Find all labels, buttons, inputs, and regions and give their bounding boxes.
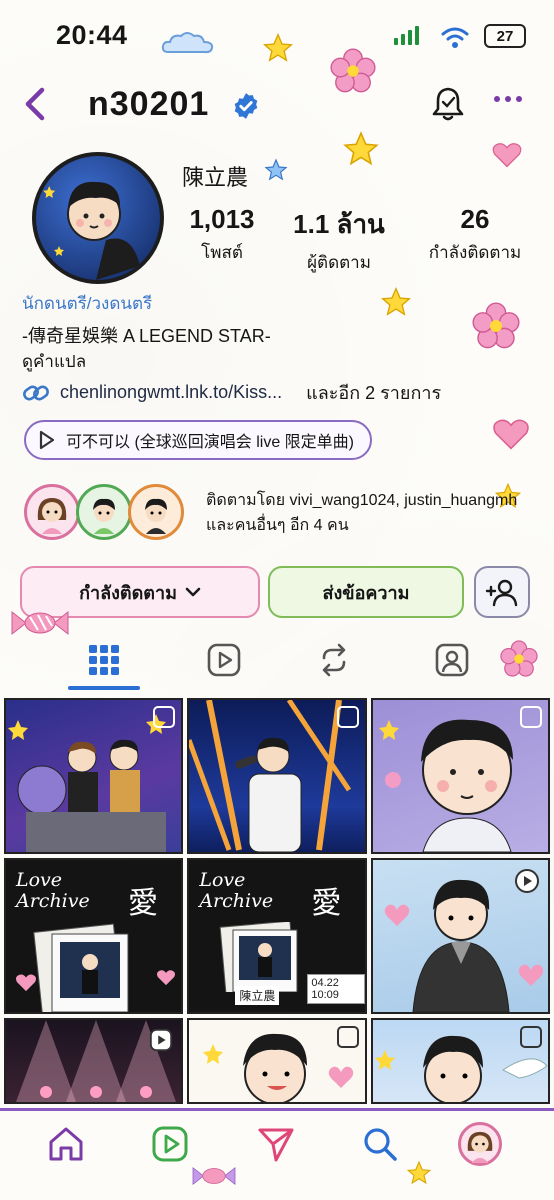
star-decoration (381, 286, 411, 316)
multi-post-icon (519, 1026, 542, 1048)
nav-profile-avatar (458, 1122, 502, 1166)
post-photo-date: 04.22 10:09 (307, 974, 365, 1004)
stat-followers-value: 1.1 ล้าน (293, 209, 385, 239)
stat-posts-value: 1,013 (189, 204, 255, 234)
flower-decoration (500, 640, 538, 677)
multi-post-icon (519, 706, 542, 728)
following-button-label: กำลังติดตาม (79, 582, 177, 603)
mutual-avatar (76, 484, 132, 540)
grid-icon (89, 645, 119, 675)
notification-bell-icon[interactable] (428, 84, 468, 124)
message-button-label: ส่งข้อความ (322, 582, 410, 603)
profile-category: นักดนตรี/วงดนตรี (22, 294, 153, 313)
multi-post-icon (336, 1026, 359, 1048)
wifi-icon (441, 27, 469, 48)
tab-grid[interactable] (84, 640, 124, 680)
stat-followers-label: ผู้ติดตาม (307, 253, 371, 272)
chevron-down-icon (185, 587, 201, 597)
heart-decoration (493, 419, 529, 450)
post-caption-glyph: 愛 (311, 887, 342, 920)
stat-following-label: กำลังติดตาม (428, 243, 522, 262)
profile-music-button[interactable]: 可不可以 (全球巡回演唱会 live 限定单曲) (24, 420, 373, 460)
post-thumbnail[interactable]: Love Archive 愛 陳立農 04.22 10:09 (187, 858, 367, 1014)
reels-icon (207, 643, 241, 677)
profile-link[interactable]: chenlinongwmt.lnk.to/Kiss... (60, 382, 282, 403)
home-icon (49, 1127, 83, 1161)
reel-icon (514, 869, 539, 893)
profile-bio: -傳奇星娛樂 A LEGEND STAR- (22, 326, 271, 346)
reels-icon (152, 1126, 188, 1162)
stat-following[interactable]: 26 กำลังติดตาม (414, 204, 536, 266)
post-caption-glyph: 愛 (128, 887, 158, 920)
post-caption-text: Love Archive (16, 869, 90, 912)
add-user-icon (485, 579, 518, 607)
post-thumbnail[interactable] (4, 1018, 184, 1104)
tagged-person-icon (435, 643, 469, 677)
posts-grid: Love Archive 愛 Love Archive 愛 陳立農 04.22 … (4, 698, 550, 1104)
nav-messages[interactable] (254, 1122, 298, 1166)
see-translation-link[interactable]: ดูคำแปล (22, 348, 86, 375)
following-button[interactable]: กำลังติดตาม (20, 566, 260, 618)
post-thumbnail[interactable]: Love Archive 愛 (4, 858, 184, 1014)
flower-decoration (472, 302, 520, 349)
tab-reposts[interactable] (314, 640, 354, 680)
multi-post-icon (153, 706, 176, 728)
heart-decoration (492, 143, 522, 168)
cloud-decoration (161, 32, 214, 54)
post-thumbnail[interactable] (187, 1018, 367, 1104)
post-photo-caption: 陳立農 (235, 986, 280, 1005)
multi-post-icon (336, 706, 359, 728)
nav-home[interactable] (44, 1122, 88, 1166)
active-tab-indicator (68, 686, 140, 690)
signal-icon (394, 26, 419, 45)
nav-profile[interactable] (458, 1122, 502, 1166)
post-thumbnail[interactable] (370, 1018, 550, 1104)
stat-posts[interactable]: 1,013 โพสต์ (182, 204, 262, 266)
more-options-button[interactable] (494, 96, 522, 102)
flower-decoration (330, 48, 376, 93)
profile-link-more[interactable]: และอีก 2 รายการ (306, 378, 441, 407)
mutual-avatar (24, 484, 80, 540)
stat-posts-label: โพสต์ (201, 243, 243, 262)
profile-music-title: 可不可以 (全球巡回演唱会 live 限定单曲) (66, 434, 355, 451)
reel-icon (150, 1028, 173, 1052)
post-thumbnail[interactable] (187, 698, 367, 854)
message-button[interactable]: ส่งข้อความ (268, 566, 464, 618)
post-thumbnail[interactable] (370, 858, 550, 1014)
search-icon (364, 1128, 397, 1161)
stat-following-value: 26 (460, 204, 490, 234)
tab-tagged[interactable] (432, 640, 472, 680)
star-decoration (343, 131, 379, 166)
mutual-avatar (128, 484, 184, 540)
post-caption-text: Love Archive (199, 869, 274, 912)
repost-icon (322, 643, 346, 677)
stat-followers[interactable]: 1.1 ล้าน ผู้ติดตาม (284, 204, 394, 276)
tab-reels[interactable] (204, 640, 244, 680)
send-icon (258, 1128, 294, 1162)
profile-avatar[interactable] (32, 152, 164, 284)
display-name: 陳立農 (182, 165, 249, 190)
profile-username: n30201 (88, 85, 210, 123)
post-thumbnail[interactable] (370, 698, 550, 854)
mutual-followers-avatars[interactable] (24, 484, 184, 540)
post-thumbnail[interactable] (4, 698, 184, 854)
battery-indicator: 27 (484, 24, 526, 48)
back-button[interactable] (20, 86, 50, 122)
nav-search[interactable] (358, 1122, 402, 1166)
link-icon (23, 385, 49, 400)
status-time: 20:44 (56, 20, 128, 50)
mutual-followers-text[interactable]: ติดตามโดย vivi_wang1024, justin_huangmh … (206, 488, 526, 538)
nav-reels[interactable] (148, 1122, 192, 1166)
play-icon (39, 430, 55, 450)
star-icon (264, 158, 288, 181)
verified-badge-icon (234, 93, 258, 119)
star-decoration (263, 32, 293, 62)
add-user-button[interactable] (474, 566, 530, 618)
profile-link-row[interactable]: chenlinongwmt.lnk.to/Kiss... และอีก 2 รา… (22, 378, 441, 407)
